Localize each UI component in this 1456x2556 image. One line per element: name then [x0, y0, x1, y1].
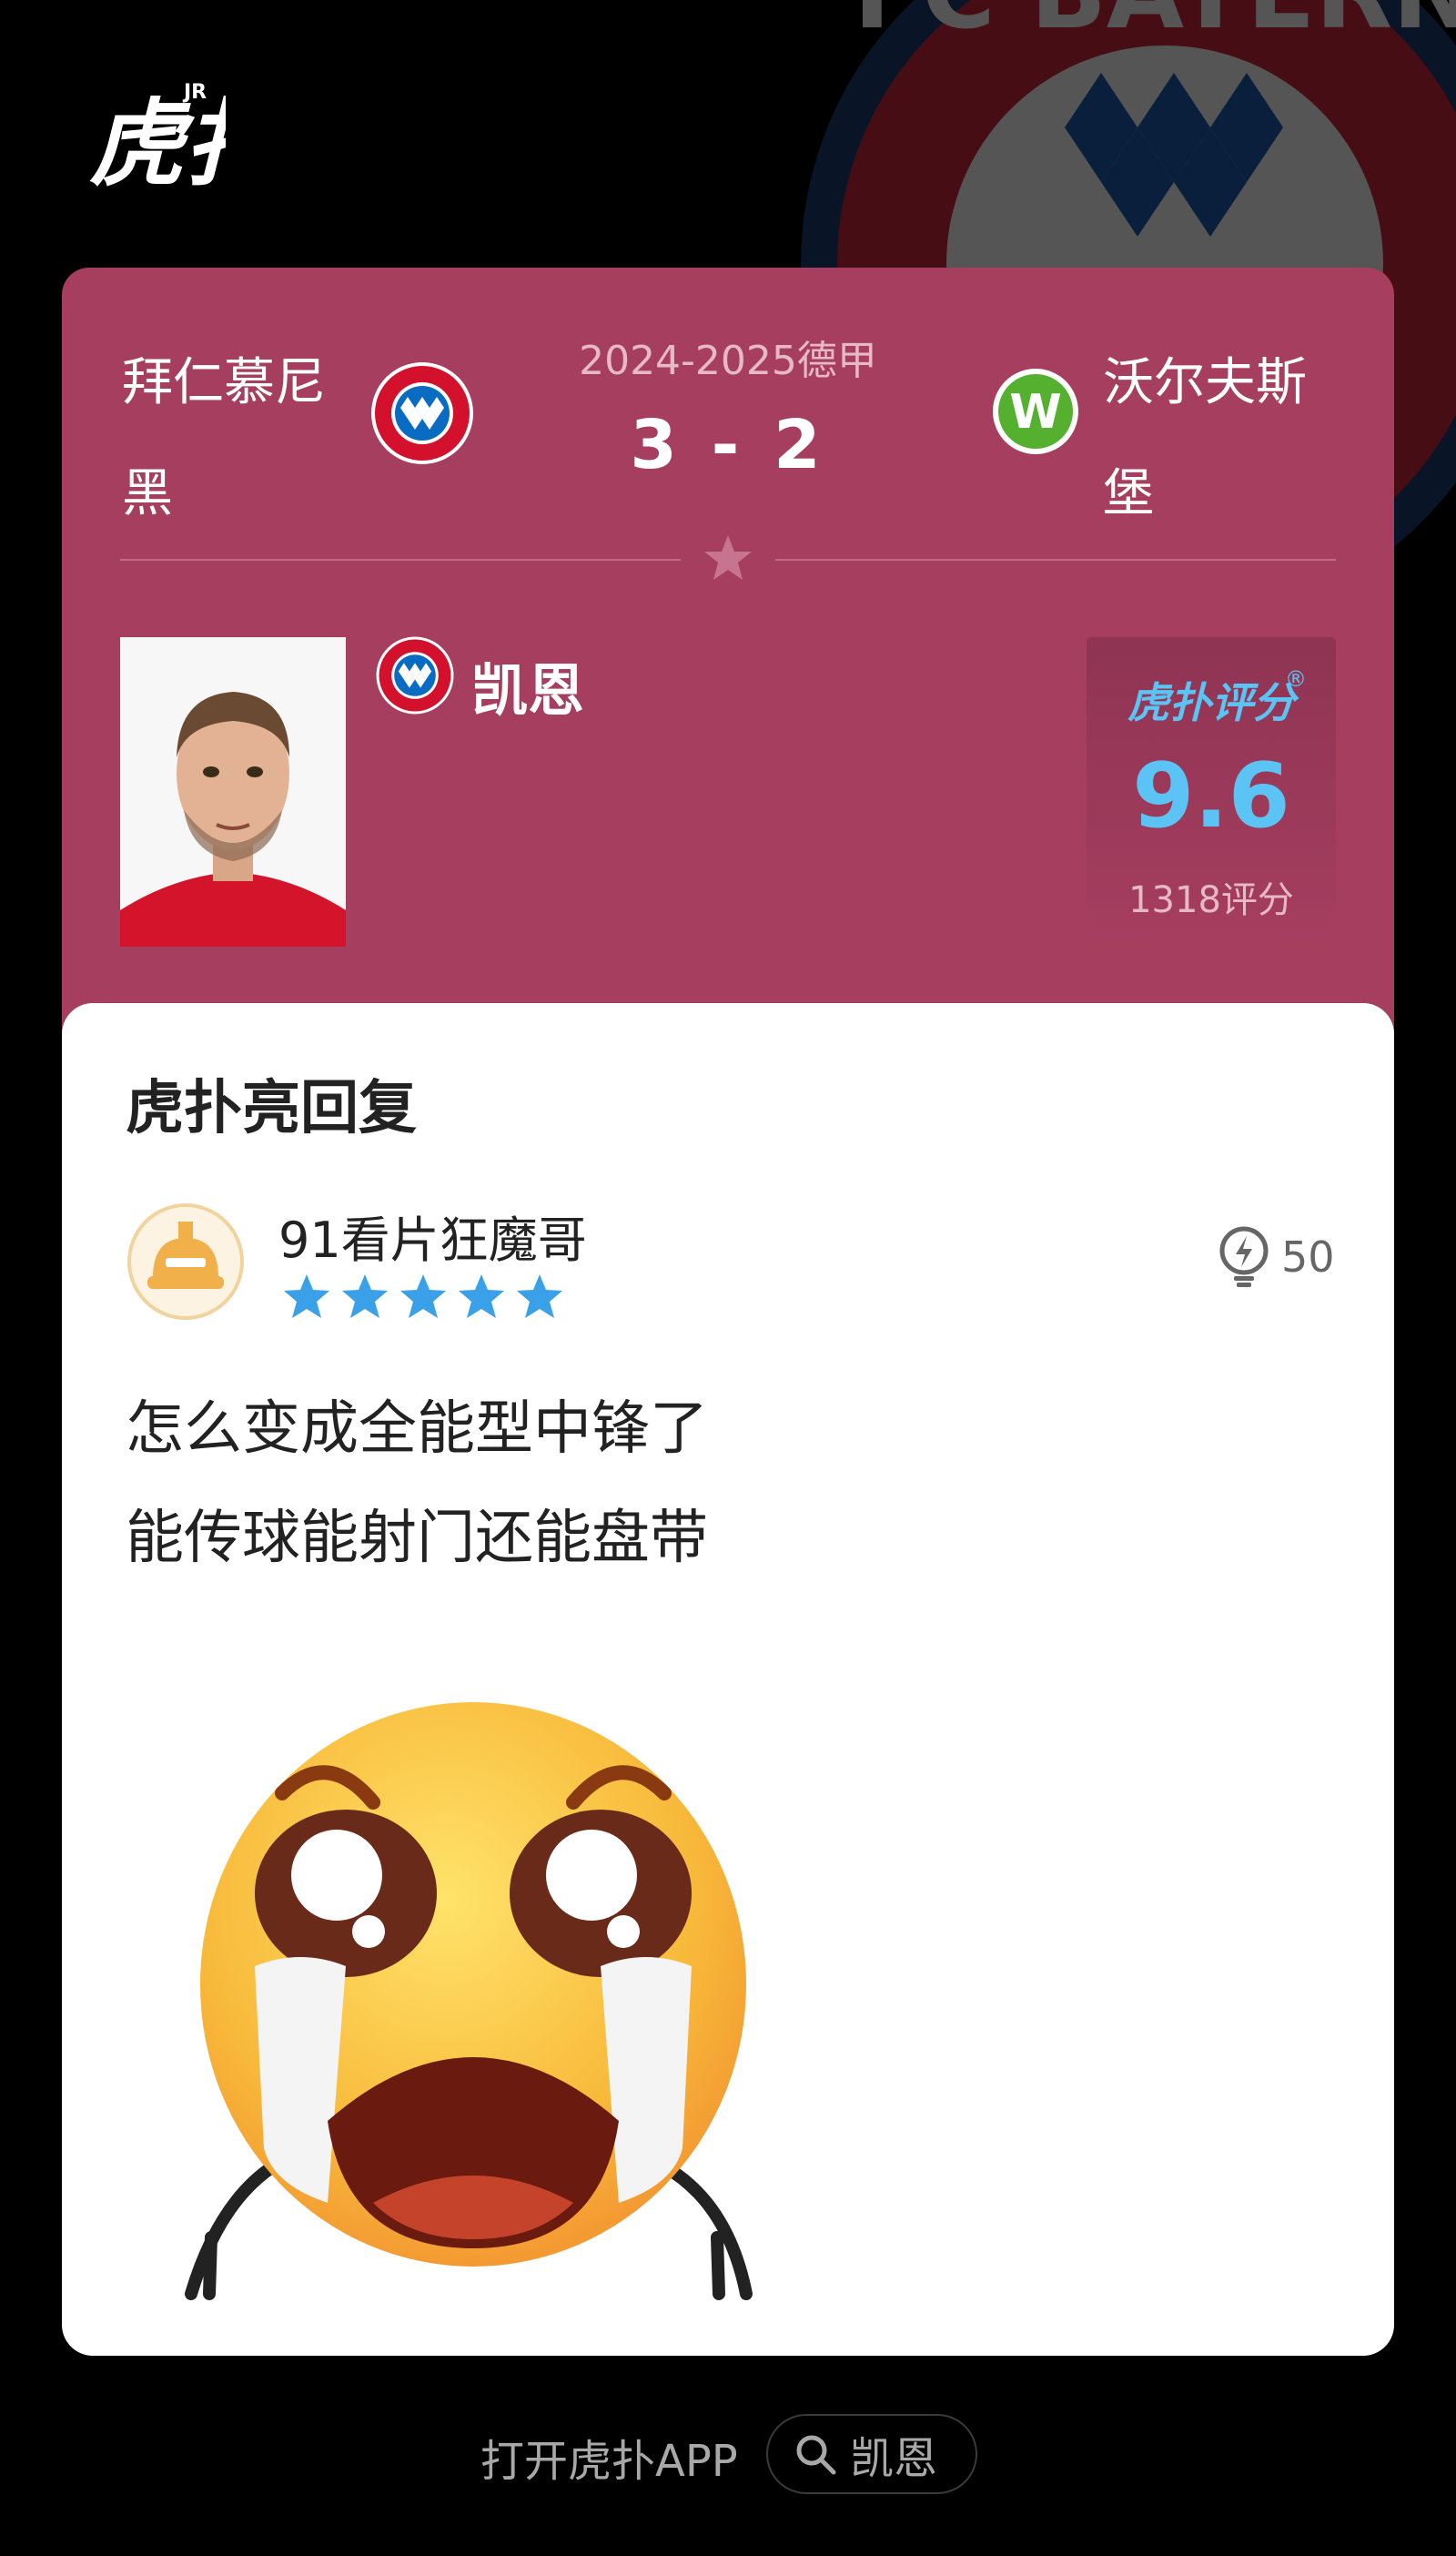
user-avatar[interactable] — [126, 1202, 246, 1322]
user-level-stars — [282, 1273, 564, 1324]
reply-username[interactable]: 91看片狂魔哥 — [278, 1200, 587, 1272]
away-team-name: 沃尔夫斯堡 — [1103, 353, 1307, 523]
wolfsburg-crest-icon: W — [993, 369, 1078, 454]
star-icon — [340, 1273, 389, 1322]
player-club-crest-icon — [376, 636, 454, 715]
hupu-logo: 虎扑 JR — [89, 81, 226, 193]
registered-mark: ® — [1285, 666, 1307, 692]
league-label: 2024-2025德甲 — [579, 338, 877, 384]
search-icon — [796, 2435, 836, 2475]
player-photo[interactable] — [120, 637, 346, 947]
reply-heading: 虎扑亮回复 — [126, 1075, 417, 1142]
logo-sup: JR — [182, 81, 207, 104]
star-icon — [399, 1273, 448, 1322]
open-app-link[interactable]: 打开虎扑APP — [480, 2425, 738, 2489]
comment-line: 怎么变成全能型中锋了 — [126, 1395, 708, 1463]
like-button[interactable]: 50 — [1216, 1225, 1335, 1289]
bayern-crest-icon — [371, 362, 473, 464]
footer-search-button[interactable]: 凯恩 — [766, 2414, 977, 2494]
star-divider-icon — [704, 535, 752, 580]
lightbulb-icon — [1219, 1226, 1269, 1287]
player-name[interactable]: 凯恩 — [471, 644, 584, 726]
divider-left — [120, 559, 681, 561]
match-score: 3 - 2 — [630, 406, 826, 484]
divider-right — [775, 559, 1336, 561]
rating-count: 1318评分 — [1128, 879, 1294, 921]
star-icon — [457, 1273, 506, 1322]
star-icon — [515, 1273, 564, 1322]
rating-box[interactable]: 虎扑评分 ® 9.6 1318评分 — [1087, 637, 1336, 947]
background-crest-text: FC BAYERN — [854, 0, 1456, 51]
crying-emoji-sticker[interactable] — [173, 1693, 774, 2312]
wolfsburg-crest-letter: W — [1009, 385, 1061, 440]
home-team-name: 拜仁慕尼黑 — [122, 353, 326, 523]
rating-value: 9.6 — [1132, 745, 1290, 848]
logo-text: 虎扑 — [89, 88, 226, 193]
like-count: 50 — [1281, 1232, 1335, 1282]
comment-line: 能传球能射门还能盘带 — [126, 1505, 708, 1572]
search-term: 凯恩 — [850, 2433, 938, 2484]
star-icon — [282, 1273, 331, 1322]
reply-comment: 怎么变成全能型中锋了 能传球能射门还能盘带 — [126, 1374, 708, 1593]
